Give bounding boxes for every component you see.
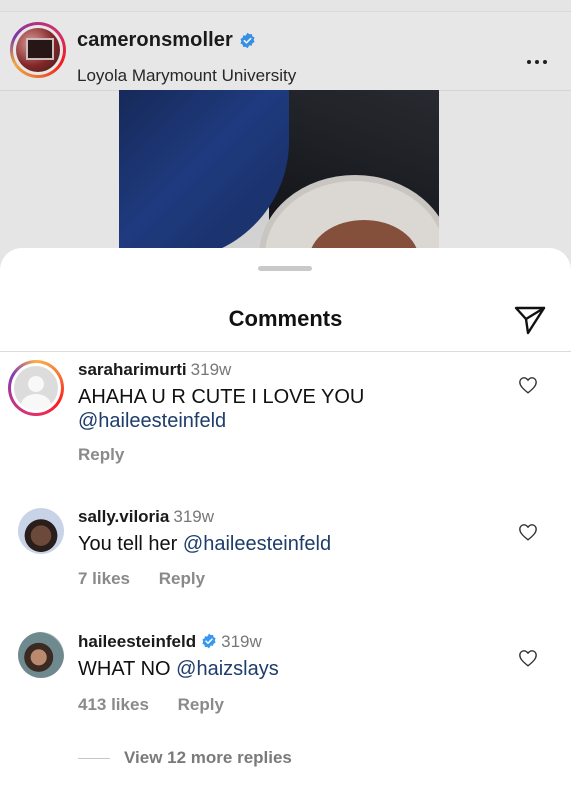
commenter-avatar[interactable] bbox=[18, 508, 64, 554]
comment-time: 319w bbox=[221, 632, 262, 651]
sheet-title: Comments bbox=[228, 306, 343, 331]
sheet-drag-handle[interactable] bbox=[258, 266, 312, 271]
reply-button[interactable]: Reply bbox=[178, 695, 224, 714]
comment-body: WHAT NO bbox=[78, 658, 171, 680]
view-more-replies-label[interactable]: View 12 more replies bbox=[124, 748, 292, 768]
commenter-avatar[interactable] bbox=[18, 632, 64, 678]
comment-body: You tell her bbox=[78, 533, 178, 555]
comment-meta: 413 likes Reply bbox=[78, 695, 248, 715]
sheet-divider bbox=[0, 351, 571, 352]
comment-time: 319w bbox=[190, 360, 232, 379]
comment-username[interactable]: sally.viloria 319w bbox=[78, 507, 214, 527]
comment-mention[interactable]: @haileesteinfeld bbox=[78, 410, 226, 432]
like-heart-icon[interactable] bbox=[518, 376, 538, 394]
likes-count[interactable]: 413 likes bbox=[78, 695, 149, 714]
comment-username[interactable]: saraharimurti 319w bbox=[78, 360, 231, 380]
comment-body: AHAHA U R CUTE I LOVE YOU bbox=[78, 386, 365, 408]
comment-mention[interactable]: @haizslays bbox=[176, 658, 279, 680]
comment-text: You tell her @haileesteinfeld bbox=[78, 532, 518, 556]
comment-username[interactable]: haileesteinfeld 319w bbox=[78, 632, 262, 652]
comment-meta: 7 likes Reply bbox=[78, 569, 229, 589]
comment-time: 319w bbox=[173, 507, 214, 526]
comment-username-text[interactable]: saraharimurti bbox=[78, 360, 187, 379]
comment-meta: Reply bbox=[78, 445, 148, 465]
comments-sheet: Comments saraharimurti 319w AHAHA U R CUT… bbox=[0, 248, 571, 800]
reply-button[interactable]: Reply bbox=[159, 569, 205, 588]
share-send-icon[interactable] bbox=[513, 302, 547, 336]
comment-mention[interactable]: @haileesteinfeld bbox=[183, 533, 331, 555]
comment-text: AHAHA U R CUTE I LOVE YOU @haileesteinfe… bbox=[78, 385, 518, 433]
like-heart-icon[interactable] bbox=[518, 649, 538, 667]
comment-username-text[interactable]: sally.viloria bbox=[78, 507, 169, 526]
commenter-avatar[interactable] bbox=[8, 360, 64, 416]
replies-indent-line bbox=[78, 758, 110, 759]
likes-count[interactable]: 7 likes bbox=[78, 569, 130, 588]
like-heart-icon[interactable] bbox=[518, 523, 538, 541]
reply-button[interactable]: Reply bbox=[78, 445, 124, 464]
verified-badge-icon bbox=[202, 633, 216, 649]
comment-text: WHAT NO @haizslays bbox=[78, 657, 518, 681]
comment-username-text[interactable]: haileesteinfeld bbox=[78, 632, 196, 651]
